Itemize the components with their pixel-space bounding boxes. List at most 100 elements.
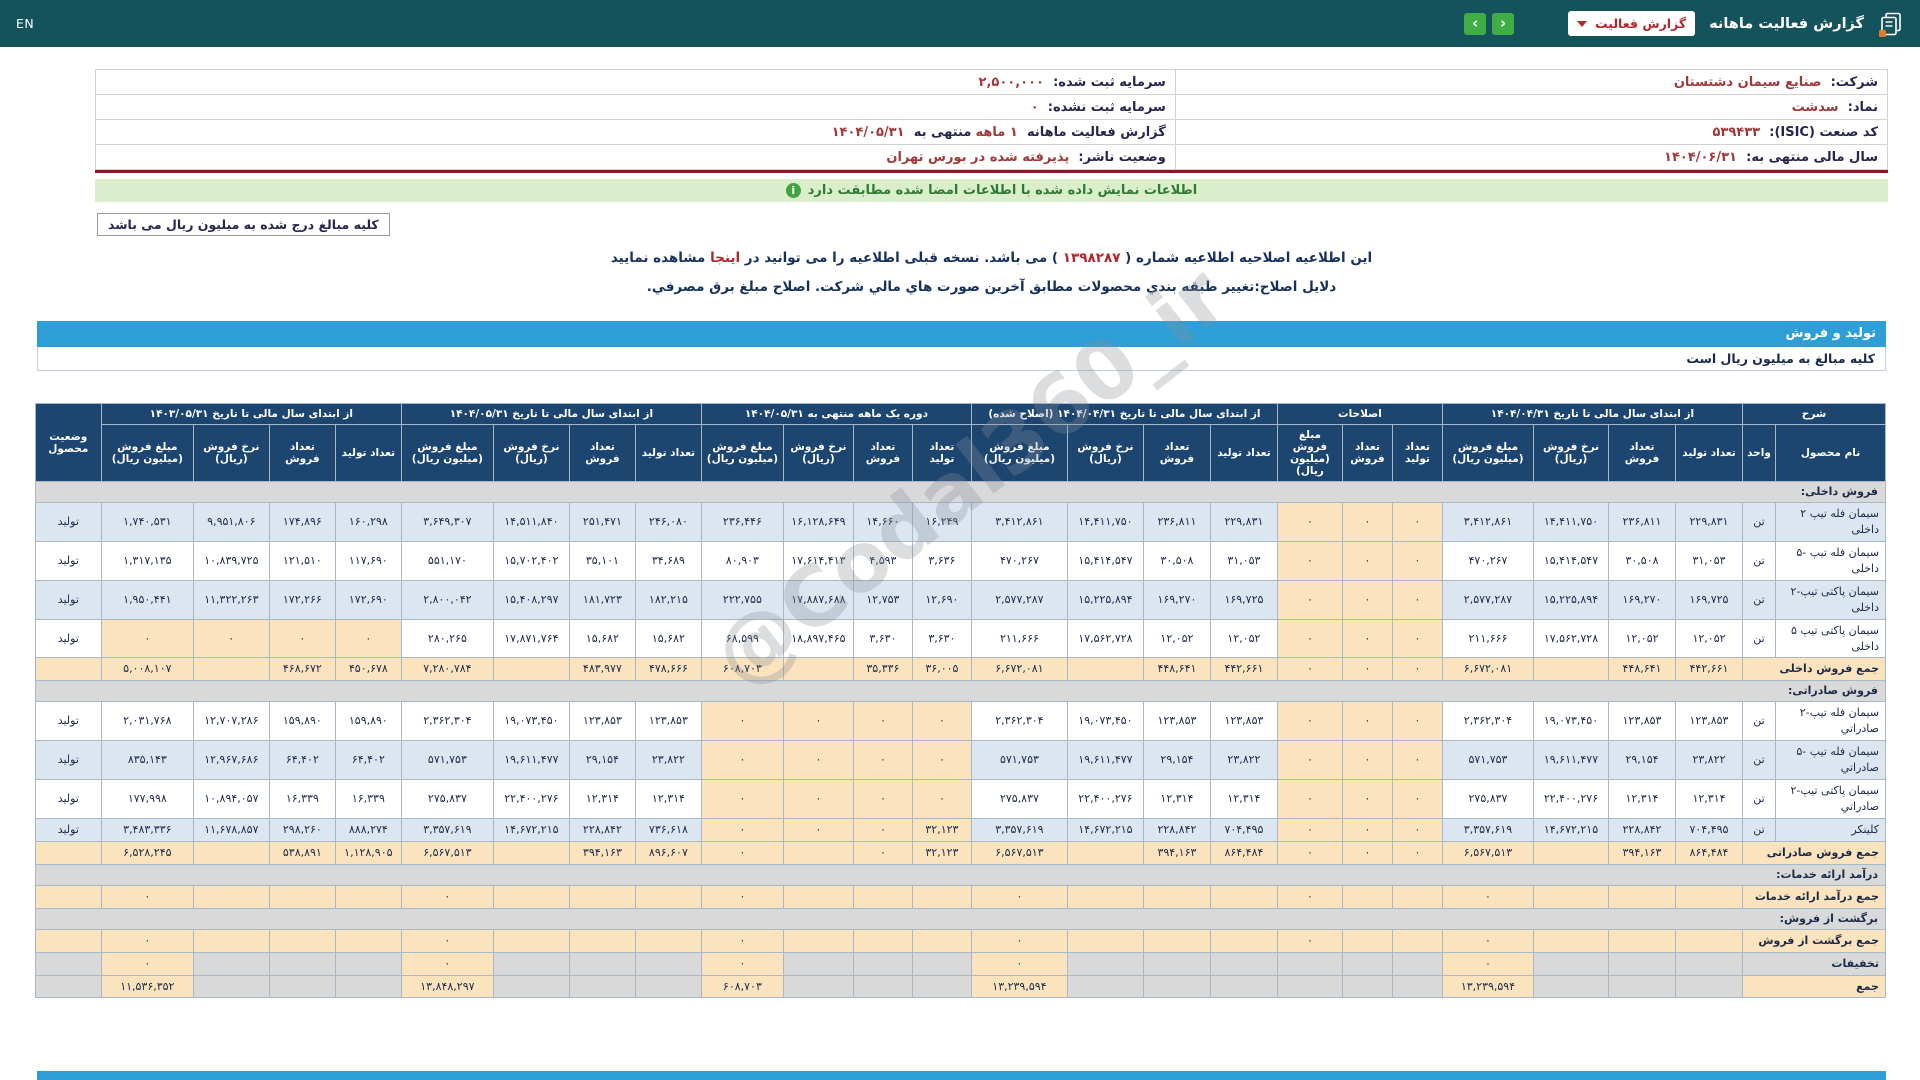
product-name-cell: سیمان پاکتی تیپ-۲ صادراتي (1775, 779, 1886, 819)
table-cell (634, 951, 702, 976)
table-cell: ۱۰,۸۳۹,۷۲۵ (192, 540, 270, 581)
unit-cell: تن (1742, 779, 1776, 819)
table-cell (568, 974, 636, 999)
table-cell: ۱۶۹,۷۲۵ (1209, 579, 1278, 620)
table-cell: ۰ (1341, 618, 1393, 659)
table-cell (268, 928, 336, 953)
table-cell: ۴۸۳,۹۷۷ (568, 657, 636, 682)
table-cell: ۵۷۱,۷۵۳ (970, 740, 1068, 781)
table-cell (911, 951, 972, 976)
table-cell (1675, 928, 1743, 953)
table-cell: ۰ (1391, 779, 1443, 819)
previous-notice-link[interactable]: اینجا (710, 250, 740, 266)
table-cell: ۳,۴۱۲,۸۶۱ (970, 501, 1068, 542)
table-row: سیمان پاکتی تیپ ۵ داخلی تن ۱۲,۰۵۲ ۱۲,۰۵۲ ۱۷,… (34, 618, 1886, 659)
table-cell: ۰ (852, 817, 913, 842)
table-cell (1341, 928, 1393, 953)
table-cell: ۰ (400, 884, 494, 909)
table-cell: ۲۲,۴۰۰,۲۷۶ (492, 779, 570, 819)
table-cell: ۶,۶۷۲,۰۸۱ (970, 657, 1068, 682)
table-cell: ۲۹,۱۵۴ (1608, 740, 1676, 781)
table-cell: ۱۳,۲۳۹,۵۹۴ (970, 974, 1068, 999)
table-cell: ۴۵۰,۶۷۸ (334, 657, 402, 682)
previous-report-button[interactable]: › (1464, 12, 1487, 35)
table-cell: ۲۸۰,۲۶۵ (400, 618, 494, 659)
table-cell: ۰ (852, 701, 913, 742)
table-cell: ۳۹۴,۱۶۳ (568, 840, 636, 865)
column-header: تعداد تولید (1675, 424, 1743, 482)
table-cell: ۳,۶۴۹,۳۰۷ (400, 501, 494, 542)
product-status-cell (34, 884, 102, 909)
table-row: نماد: سدشت سرمایه ثبت نشده: ۰ (95, 94, 1889, 120)
table-cell (192, 884, 270, 909)
table-cell: ۰ (700, 928, 784, 953)
table-cell: ۷۰۴,۴۹۵ (1209, 817, 1278, 842)
product-status-cell (34, 974, 102, 999)
table-row: جمع ۱۳,۲۳۹,۵۹۴ ۱۳,۲۳۹,۵۹۴ ۶۰۸,۷۰۳ ۱۳,۸۴۸,۲۹۷… (34, 974, 1886, 999)
table-cell: ۸۳۵,۱۴۳ (100, 740, 194, 781)
table-cell: ۱۸۲,۲۱۵ (634, 579, 702, 620)
table-cell: ۰ (192, 618, 270, 659)
report-type-dropdown[interactable]: گزارش فعالیت (1568, 11, 1696, 36)
table-cell: ۳۵,۳۳۶ (852, 657, 913, 682)
report-icon[interactable] (1878, 11, 1904, 37)
table-cell (1533, 840, 1609, 865)
language-toggle[interactable]: EN (16, 16, 34, 31)
column-group-header: از ابتدای سال مالی تا تاریخ ۱۴۰۴/۰۴/۳۱ (1441, 403, 1744, 425)
table-cell: ۳۵,۱۰۱ (568, 540, 636, 581)
amendment-number: ۱۳۹۸۲۸۷ (1062, 250, 1121, 266)
table-cell: ۱۵,۴۰۸,۲۹۷ (492, 579, 570, 620)
table-cell: ۳۱,۰۵۳ (1209, 540, 1278, 581)
amounts-unit-note: کلیه مبالغ درج شده به میلیون ریال می باش… (97, 213, 390, 236)
table-cell: ۱۷۴,۸۹۶ (268, 501, 336, 542)
column-header: مبلغ فروش (میلیون ریال) (1276, 424, 1343, 482)
table-cell: ۷۳۶,۶۱۸ (634, 817, 702, 842)
company-field: سرمایه ثبت شده: ۲,۵۰۰,۰۰۰ (95, 69, 1176, 95)
column-header: تعداد فروش (1608, 424, 1676, 482)
table-cell: ۰ (1441, 928, 1535, 953)
table-cell: ۱۶۹,۲۷۰ (1608, 579, 1676, 620)
column-header: مبلغ فروش (میلیون ریال) (1441, 424, 1535, 482)
field-label: سرمایه ثبت شده: (1053, 74, 1166, 90)
product-name-cell: سیمان فله تیپ -۵ داخلی (1775, 540, 1886, 581)
table-cell: ۰ (1341, 779, 1393, 819)
table-cell: ۱۹,۶۱۱,۴۷۷ (492, 740, 570, 781)
table-cell (492, 974, 570, 999)
table-cell: ۸۶۴,۴۸۴ (1675, 840, 1743, 865)
table-cell: ۱۶,۲۴۹ (911, 501, 972, 542)
table-cell: ۲,۵۷۷,۲۸۷ (1441, 579, 1535, 620)
table-cell: ۱۸۱,۷۲۳ (568, 579, 636, 620)
next-report-button[interactable]: ‹ (1492, 12, 1515, 35)
table-cell: ۰ (1276, 701, 1343, 742)
table-cell (1341, 974, 1393, 999)
table-cell: ۰ (1391, 817, 1443, 842)
table-cell: ۱۲۳,۸۵۳ (1608, 701, 1676, 742)
table-cell: ۰ (1391, 657, 1443, 682)
company-field: سرمایه ثبت نشده: ۰ (95, 94, 1176, 120)
table-cell (192, 951, 270, 976)
table-cell: ۱۲,۷۰۷,۲۸۶ (192, 701, 270, 742)
section-row-label: فروش داخلی: (34, 481, 1887, 503)
table-cell: ۱,۳۱۷,۱۳۵ (100, 540, 194, 581)
table-cell: ۰ (1391, 740, 1443, 781)
table-cell: ۰ (911, 740, 972, 781)
column-header: تعداد فروش (852, 424, 913, 482)
table-cell: ۱۷,۵۶۲,۷۲۸ (1066, 618, 1144, 659)
table-cell: ۰ (400, 928, 494, 953)
table-cell: ۲۹,۱۵۴ (568, 740, 636, 781)
product-status-cell: تولید (34, 779, 102, 819)
table-cell (1209, 884, 1278, 909)
table-cell (1675, 974, 1743, 999)
table-cell (911, 928, 972, 953)
table-cell (1608, 884, 1676, 909)
table-cell: ۶۸,۵۹۹ (700, 618, 784, 659)
table-cell (1341, 884, 1393, 909)
table-cell (782, 840, 854, 865)
table-cell: ۳۰,۵۰۸ (1142, 540, 1211, 581)
product-status-cell: تولید (34, 740, 102, 781)
column-header: نرخ فروش (ریال) (782, 424, 854, 482)
table-cell: ۳,۳۵۷,۶۱۹ (400, 817, 494, 842)
table-cell (852, 951, 913, 976)
table-cell (634, 928, 702, 953)
chevron-left-icon: › (1471, 14, 1479, 32)
